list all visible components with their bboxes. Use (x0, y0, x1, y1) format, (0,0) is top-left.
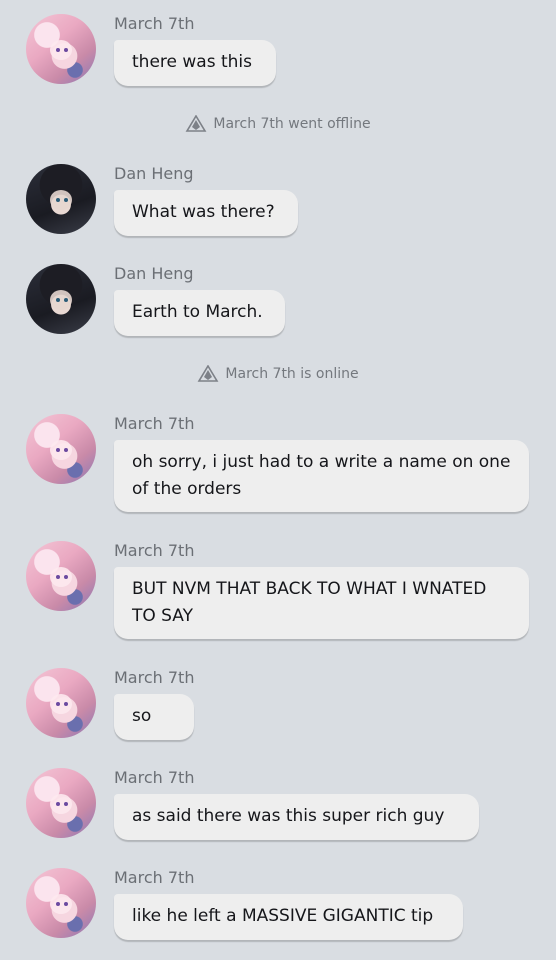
system-notice-text: March 7th is online (225, 366, 359, 382)
sender-name: March 7th (114, 668, 195, 687)
sender-name: Dan Heng (114, 264, 194, 283)
message-item: March 7th as said there was this super r… (0, 768, 556, 844)
message-bubble: BUT NVM THAT BACK TO WHAT I WNATED TO SA… (114, 567, 529, 639)
message-bubble: oh sorry, i just had to a write a name o… (114, 440, 529, 512)
offline-icon (185, 115, 207, 132)
message-item: March 7th there was this (0, 14, 556, 90)
message-bubble: What was there? (114, 190, 298, 236)
system-notice-text: March 7th went offline (213, 116, 371, 132)
avatar[interactable] (26, 164, 96, 234)
message-bubble: so (114, 694, 194, 740)
message-bubble: like he left a MASSIVE GIGANTIC tip (114, 894, 463, 940)
message-item: March 7th BUT NVM THAT BACK TO WHAT I WN… (0, 541, 556, 645)
avatar[interactable] (26, 414, 96, 484)
message-bubble: Earth to March. (114, 290, 285, 336)
avatar[interactable] (26, 264, 96, 334)
sender-name: Dan Heng (114, 164, 194, 183)
sender-name: March 7th (114, 868, 195, 887)
message-item: Dan Heng Earth to March. (0, 264, 556, 340)
sender-name: March 7th (114, 768, 195, 787)
system-notice: March 7th went offline (0, 114, 556, 134)
avatar[interactable] (26, 768, 96, 838)
avatar[interactable] (26, 868, 96, 938)
sender-name: March 7th (114, 414, 195, 433)
avatar[interactable] (26, 668, 96, 738)
avatar[interactable] (26, 541, 96, 611)
online-icon (197, 365, 219, 382)
system-notice: March 7th is online (0, 364, 556, 384)
sender-name: March 7th (114, 14, 195, 33)
message-item: March 7th oh sorry, i just had to a writ… (0, 414, 556, 518)
sender-name: March 7th (114, 541, 195, 560)
message-item: March 7th so (0, 668, 556, 744)
message-item: March 7th like he left a MASSIVE GIGANTI… (0, 868, 556, 944)
message-bubble: as said there was this super rich guy (114, 794, 479, 840)
avatar[interactable] (26, 14, 96, 84)
message-bubble: there was this (114, 40, 276, 86)
message-item: Dan Heng What was there? (0, 164, 556, 240)
